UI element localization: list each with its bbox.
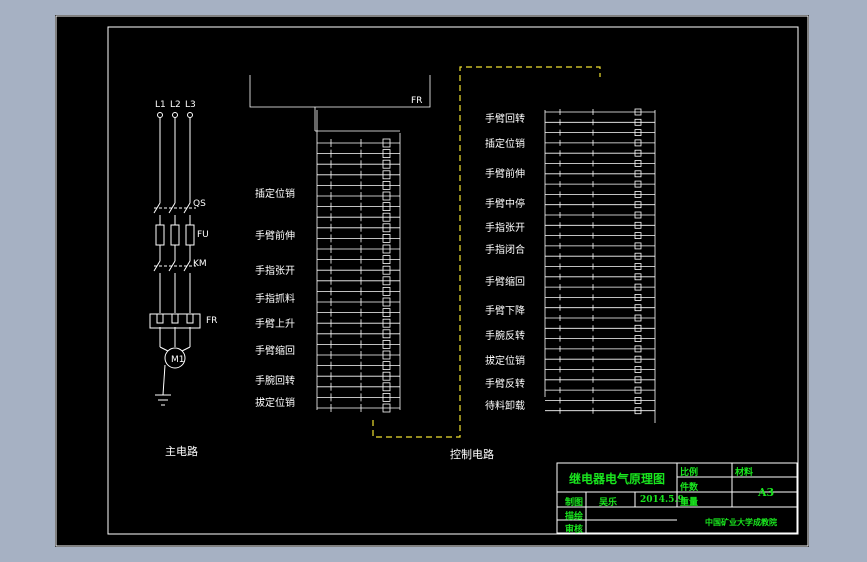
drawing-date: 2014.5.9 [640, 495, 684, 505]
control-ladder-right [544, 108, 656, 423]
review-label: 审核 [565, 525, 584, 535]
left-step-label: 手指张开 [255, 266, 295, 277]
right-step-label: 手臂缩回 [485, 277, 525, 288]
contactor-label-km: KM [193, 259, 207, 269]
right-step-label: 待料卸载 [485, 401, 525, 412]
motor-label-m1: M1 [171, 355, 185, 365]
control-ladder-left [249, 75, 431, 413]
right-step-label: 手指张开 [485, 223, 525, 234]
fuse-body [155, 224, 165, 246]
supply-rail-top [249, 75, 431, 108]
motor-lead [159, 346, 169, 352]
school-name: 中国矿业大学成教院 [705, 517, 777, 527]
right-step-label: 插定位销 [485, 139, 525, 150]
relay-label-fr: FR [206, 316, 218, 326]
right-step-label: 手臂下降 [485, 306, 525, 317]
drawing-title: 继电器电气原理图 [569, 472, 666, 486]
fuse-body [185, 224, 195, 246]
left-step-label: 手臂上升 [255, 319, 295, 330]
switch-label-qs: QS [193, 199, 206, 209]
right-step-label: 手臂反转 [485, 379, 525, 390]
phase-label-l1: L1 [155, 100, 166, 110]
material-label: 材料 [735, 468, 754, 478]
phase-label-l2: L2 [170, 100, 181, 110]
sheet-size: A3 [758, 486, 775, 499]
right-step-label: 手臂前伸 [485, 169, 525, 180]
scale-label: 比例 [680, 468, 699, 478]
drawn-label: 制图 [565, 498, 584, 508]
main-circuit-caption: 主电路 [165, 445, 198, 458]
phase-terminal [172, 112, 178, 118]
left-step-label: 手臂前伸 [255, 231, 295, 242]
phase-label-l3: L3 [185, 100, 196, 110]
left-step-label: 手腕回转 [255, 376, 295, 387]
drawing-sheet: L1 L2 L3 QS FU KM FR M1 主电路 FR 控制电路 插定位销… [55, 15, 809, 547]
left-step-label: 手臂缩回 [255, 346, 295, 357]
control-relay-tag-fr: FR [411, 96, 423, 106]
control-circuit-caption: 控制电路 [450, 448, 494, 461]
right-step-label: 手臂中停 [485, 199, 525, 210]
right-step-label: 手臂回转 [485, 114, 525, 125]
design-label: 描绘 [565, 512, 584, 522]
left-step-label: 插定位销 [255, 189, 295, 200]
phase-terminal [157, 112, 163, 118]
right-step-label: 拔定位销 [485, 356, 525, 367]
motor-lead [181, 346, 191, 352]
phase-terminal [187, 112, 193, 118]
count-label: 件数 [680, 483, 699, 493]
ground-wire [162, 364, 166, 396]
left-step-label: 手指抓料 [255, 294, 295, 305]
drawn-by: 吴乐 [599, 498, 618, 508]
fuse-body [170, 224, 180, 246]
right-step-label: 手腕反转 [485, 331, 525, 342]
fuse-label-fu: FU [197, 230, 209, 240]
right-step-label: 手指闭合 [485, 245, 525, 256]
left-step-label: 拔定位销 [255, 398, 295, 409]
thermal-relay [149, 313, 201, 329]
